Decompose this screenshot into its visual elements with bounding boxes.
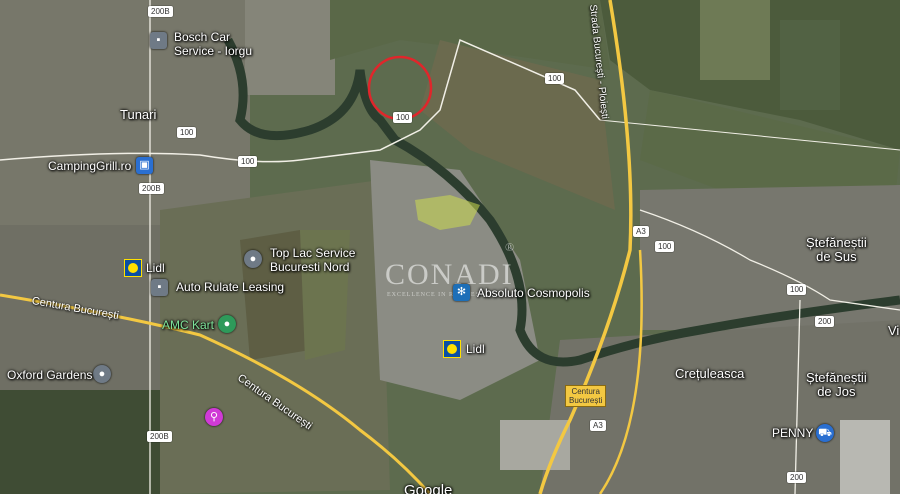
poi-label-top-lac[interactable]: Top Lac Service Bucuresti Nord xyxy=(270,246,355,274)
bosch-pin-icon[interactable]: ▪ xyxy=(150,32,167,49)
oxford-pin-icon[interactable]: ● xyxy=(93,365,111,383)
route-shield: 100 xyxy=(238,156,258,167)
route-shield: 100 xyxy=(655,241,675,252)
highway-shield: A3 xyxy=(590,420,606,431)
poi-label-lidl-center[interactable]: Lidl xyxy=(466,342,485,356)
poi-label-absoluto[interactable]: Absoluto Cosmopolis xyxy=(477,286,590,300)
google-logo: Google xyxy=(404,482,453,494)
service-pin-icon[interactable]: ⚲ xyxy=(205,408,223,426)
exit-sign: Centura București xyxy=(565,385,607,407)
highway-shield: A3 xyxy=(633,226,649,237)
shopping-bag-icon[interactable]: ▣ xyxy=(136,157,153,174)
poi-label-amc-kart[interactable]: AMC Kart xyxy=(162,318,214,332)
shopping-cart-icon[interactable]: ⛟ xyxy=(816,424,834,442)
town-label-tunari: Tunari xyxy=(120,107,157,122)
location-pin-icon[interactable]: ● xyxy=(244,250,262,268)
poi-label-bosch[interactable]: Bosch Car Service - Iorgu xyxy=(174,30,252,58)
town-label-vi: Vi xyxy=(888,323,900,338)
route-shield: 100 xyxy=(177,127,197,138)
route-shield: 200 xyxy=(815,316,835,327)
poi-label-auto-rulate[interactable]: Auto Rulate Leasing xyxy=(176,280,284,294)
satellite-map[interactable]: CONADI EXCELLENCE IN REAL ESTATE ® Tunar… xyxy=(0,0,900,494)
town-label-stefanestii-sus: Ștefăneștii de Sus xyxy=(806,235,867,264)
amc-kart-pin-icon[interactable]: ● xyxy=(218,315,236,333)
satellite-imagery xyxy=(0,0,900,494)
poi-label-campinggrill[interactable]: CampingGrill.ro xyxy=(48,159,131,173)
poi-label-penny[interactable]: PENNY xyxy=(772,426,813,440)
route-shield: 200B xyxy=(147,431,172,442)
town-label-cretuleasca: Crețuleasca xyxy=(675,366,745,381)
route-shield: 200B xyxy=(148,6,173,17)
watermark-registered: ® xyxy=(505,240,517,254)
town-label-stefanestii-jos: Ștefăneștii de Jos xyxy=(806,370,867,399)
route-shield: 100 xyxy=(787,284,807,295)
snowflake-icon[interactable]: ✻ xyxy=(453,284,470,301)
lidl-logo-icon-center[interactable] xyxy=(443,340,461,358)
poi-label-oxford[interactable]: Oxford Gardens xyxy=(7,368,92,382)
route-shield: 100 xyxy=(545,73,565,84)
route-shield: 200 xyxy=(787,472,807,483)
poi-label-lidl-west[interactable]: Lidl xyxy=(146,261,165,275)
route-shield: 200B xyxy=(139,183,164,194)
car-dealer-icon[interactable]: ▪ xyxy=(151,279,168,296)
lidl-logo-icon[interactable] xyxy=(124,259,142,277)
route-shield: 100 xyxy=(393,112,413,123)
